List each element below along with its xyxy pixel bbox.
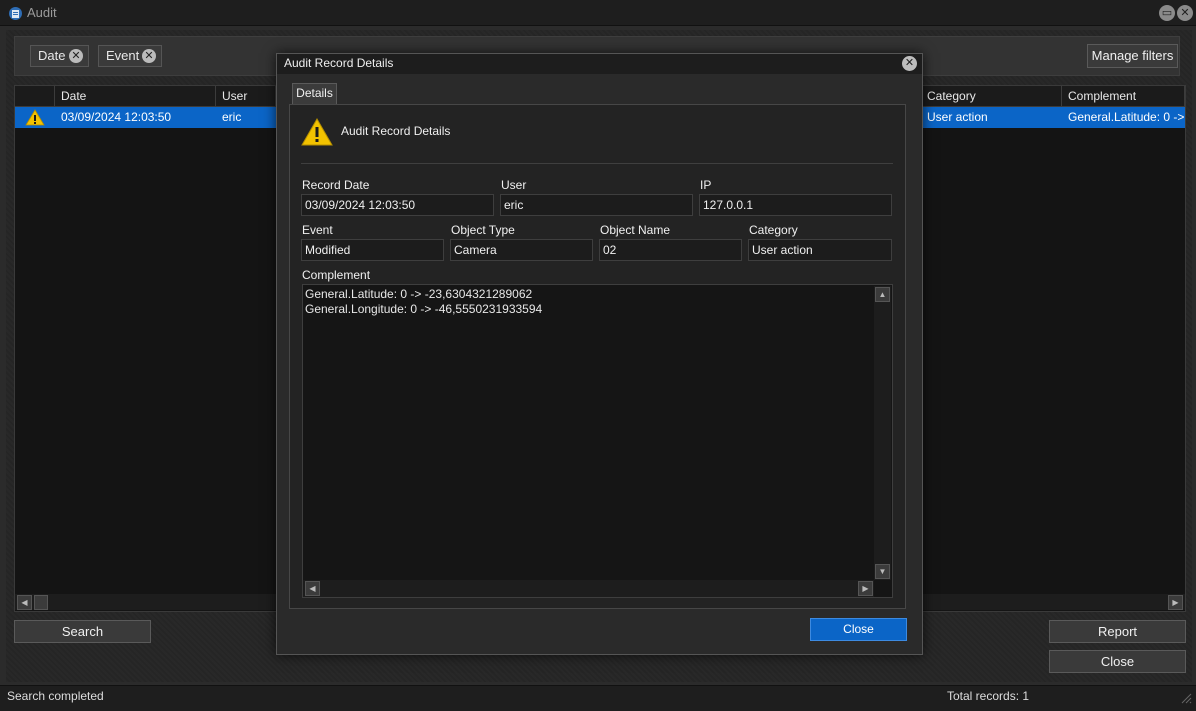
column-header-complement[interactable]: Complement [1062, 86, 1185, 107]
category-label: Category [749, 223, 798, 237]
remove-filter-icon[interactable]: ✕ [142, 49, 156, 63]
status-message: Search completed [7, 689, 104, 703]
remove-filter-icon[interactable]: ✕ [69, 49, 83, 63]
warning-icon [301, 117, 333, 146]
dialog-close-icon[interactable]: ✕ [902, 56, 917, 71]
scroll-left-icon[interactable]: ◀ [305, 581, 320, 596]
complement-textarea[interactable] [302, 284, 893, 598]
restore-window-button[interactable]: ▭ [1159, 5, 1175, 21]
close-window-button[interactable]: ✕ [1177, 5, 1193, 21]
divider [301, 163, 893, 164]
filter-chip-label: Event [106, 48, 140, 63]
resize-grip-icon[interactable] [1180, 692, 1192, 704]
warning-icon [25, 109, 45, 126]
category-field[interactable]: User action [748, 239, 892, 261]
tab-details[interactable]: Details [292, 83, 337, 104]
vertical-scrollbar[interactable] [874, 286, 891, 580]
complement-line: General.Latitude: 0 -> -23,6304321289062 [305, 287, 533, 301]
window-title: Audit [27, 5, 57, 20]
column-header-date[interactable]: Date [55, 86, 216, 107]
scroll-left-icon[interactable]: ◀ [17, 595, 32, 610]
ip-label: IP [700, 178, 712, 192]
cell-complement: General.Latitude: 0 -> [1068, 110, 1185, 124]
manage-filters-button[interactable]: Manage filters [1087, 44, 1178, 68]
object-type-label: Object Type [451, 223, 515, 237]
title-bar [0, 0, 1196, 26]
report-button[interactable]: Report [1049, 620, 1186, 643]
user-field[interactable]: eric [500, 194, 693, 216]
record-date-label: Record Date [302, 178, 370, 192]
cell-date: 03/09/2024 12:03:50 [61, 110, 172, 124]
cell-category: User action [927, 110, 988, 124]
column-header-icon[interactable] [15, 86, 55, 107]
filter-chip-event[interactable]: Event ✕ [98, 45, 162, 67]
scroll-up-icon[interactable]: ▲ [875, 287, 890, 302]
dialog-title: Audit Record Details [284, 56, 394, 70]
event-label: Event [302, 223, 333, 237]
horizontal-scrollbar[interactable] [15, 594, 276, 610]
search-button[interactable]: Search [14, 620, 151, 643]
scroll-down-icon[interactable]: ▼ [875, 564, 890, 579]
total-records: Total records: 1 [947, 689, 1030, 703]
complement-horizontal-scrollbar[interactable] [303, 580, 874, 597]
scrollbar-thumb[interactable] [34, 595, 48, 610]
object-type-field[interactable]: Camera [450, 239, 593, 261]
filter-chip-label: Date [38, 48, 66, 63]
complement-line: General.Longitude: 0 -> -46,555023193359… [305, 302, 543, 316]
dialog-heading: Audit Record Details [341, 124, 451, 138]
audit-app-icon [8, 6, 23, 21]
column-header-category[interactable]: Category [921, 86, 1062, 107]
object-name-field[interactable]: 02 [599, 239, 742, 261]
event-field[interactable]: Modified [301, 239, 444, 261]
close-button[interactable]: Close [1049, 650, 1186, 673]
cell-user: eric [222, 110, 242, 124]
ip-field[interactable]: 127.0.0.1 [699, 194, 892, 216]
dialog-close-button[interactable]: Close [810, 618, 907, 641]
scroll-right-icon[interactable]: ▶ [1168, 595, 1183, 610]
record-date-field[interactable]: 03/09/2024 12:03:50 [301, 194, 494, 216]
column-header-user[interactable]: User [216, 86, 276, 107]
horizontal-scrollbar-right[interactable] [921, 594, 1185, 610]
filter-chip-date[interactable]: Date ✕ [30, 45, 89, 67]
complement-label: Complement [302, 268, 371, 282]
user-label: User [501, 178, 527, 192]
object-name-label: Object Name [600, 223, 671, 237]
scroll-right-icon[interactable]: ▶ [858, 581, 873, 596]
